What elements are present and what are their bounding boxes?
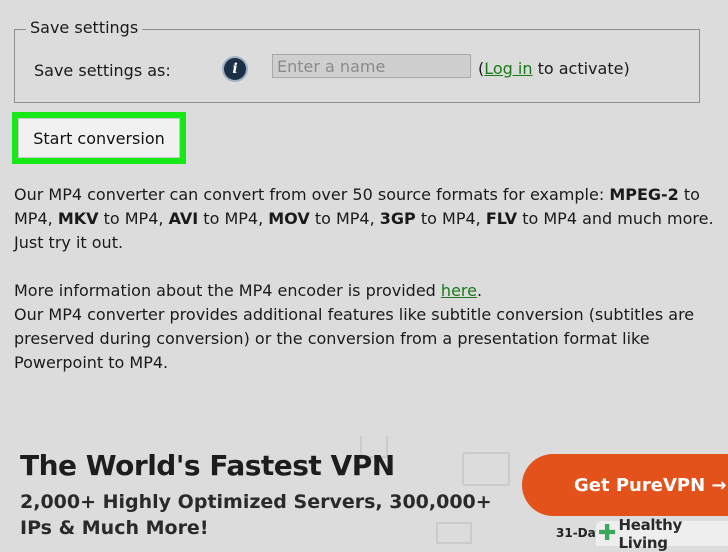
- start-conversion-button[interactable]: Start conversion: [18, 118, 180, 158]
- ad-subline: 2,000+ Highly Optimized Servers, 300,000…: [20, 491, 492, 539]
- text-segment: to MP4,: [415, 209, 486, 228]
- login-note: (Log in to activate): [478, 59, 630, 78]
- description-formats: Our MP4 converter can convert from over …: [14, 183, 714, 255]
- settings-name-input[interactable]: [272, 54, 471, 78]
- format-name: 3GP: [379, 209, 416, 228]
- format-name: AVI: [168, 209, 199, 228]
- format-name: FLV: [485, 209, 518, 228]
- format-name: MPEG-2: [609, 185, 679, 204]
- get-purevpn-button[interactable]: Get PureVPN →: [522, 454, 728, 516]
- watermark: ✚ Healthy Living: [596, 516, 728, 552]
- description: Our MP4 converter can convert from over …: [14, 183, 714, 375]
- description-more-info: More information about the MP4 encoder i…: [14, 281, 483, 300]
- ad-headline: The World's Fastest VPN: [20, 449, 395, 482]
- start-button-highlight: Start conversion: [12, 112, 186, 164]
- text-segment: to MP4,: [198, 209, 269, 228]
- format-name: MKV: [57, 209, 99, 228]
- save-settings-label: Save settings as:: [34, 61, 171, 80]
- plus-cross-icon: ✚: [598, 520, 617, 546]
- text-segment: Our MP4 converter can convert from over …: [14, 185, 610, 204]
- watermark-text: Healthy Living: [618, 515, 682, 552]
- description-features: Our MP4 converter provides additional fe…: [14, 305, 695, 372]
- more-info-link[interactable]: here: [441, 281, 477, 300]
- info-icon[interactable]: i: [224, 58, 246, 80]
- login-link[interactable]: Log in: [484, 59, 532, 78]
- format-name: MOV: [268, 209, 310, 228]
- text-segment: to MP4,: [309, 209, 380, 228]
- monitor-icon: [462, 452, 510, 486]
- save-settings-legend: Save settings: [26, 18, 143, 37]
- text-segment: to MP4,: [98, 209, 169, 228]
